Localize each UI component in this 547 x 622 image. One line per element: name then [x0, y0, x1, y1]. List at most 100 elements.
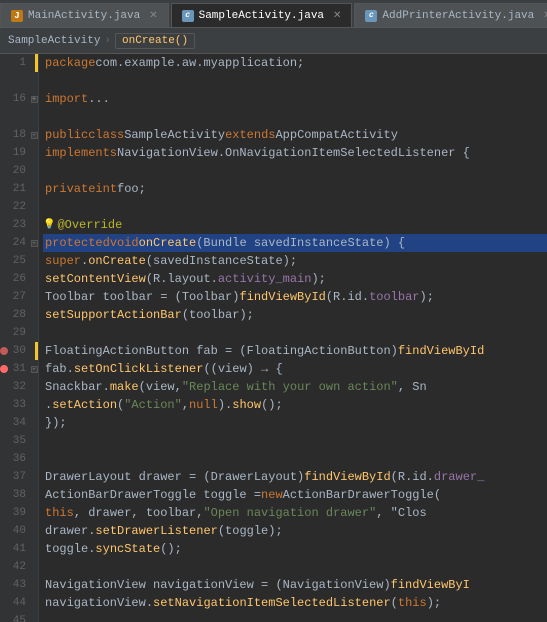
- breakpoint-area[interactable]: [0, 612, 8, 622]
- fold-icon-area[interactable]: [30, 180, 38, 198]
- fold-icon-area[interactable]: [30, 144, 38, 162]
- fold-icon-area[interactable]: [30, 396, 38, 414]
- fold-icon-area[interactable]: [30, 558, 38, 576]
- fold-icon-area[interactable]: +: [30, 90, 38, 108]
- breakpoint-area[interactable]: [0, 90, 8, 108]
- code-line: private int foo;: [43, 180, 547, 198]
- breakpoint-area[interactable]: [0, 396, 8, 414]
- fold-icon-area[interactable]: [30, 306, 38, 324]
- breakpoint-area[interactable]: [0, 126, 8, 144]
- fold-icon-area[interactable]: [30, 504, 38, 522]
- fold-icon-area[interactable]: [30, 432, 38, 450]
- tab-main-activity[interactable]: J MainActivity.java ✕: [0, 3, 169, 27]
- code-line: package com.example.aw.myapplication;: [43, 54, 547, 72]
- fold-icon-area[interactable]: [30, 216, 38, 234]
- fold-icon-area[interactable]: [30, 378, 38, 396]
- breakpoint-area[interactable]: [0, 558, 8, 576]
- code-token-plain: (toolbar);: [182, 308, 254, 322]
- fold-icon-area[interactable]: [30, 252, 38, 270]
- tab-sample-activity[interactable]: c SampleActivity.java ✕: [171, 3, 353, 27]
- breadcrumb-class[interactable]: SampleActivity: [8, 35, 100, 47]
- fold-icon-area[interactable]: [30, 522, 38, 540]
- breakpoint-area[interactable]: [0, 468, 8, 486]
- code-token-plain: fab.: [45, 362, 74, 376]
- code-line: navigationView.setNavigationItemSelected…: [43, 594, 547, 612]
- fold-icon-area[interactable]: [30, 576, 38, 594]
- code-token-method: onCreate: [88, 254, 146, 268]
- fold-icon-area[interactable]: [30, 612, 38, 622]
- fold-icon-area[interactable]: -: [30, 234, 38, 252]
- code-token-plain: Snackbar.: [45, 380, 110, 394]
- breakpoint-area[interactable]: [0, 594, 8, 612]
- breakpoint-area[interactable]: [0, 198, 8, 216]
- line-number: 34: [8, 417, 30, 429]
- fold-icon-area[interactable]: [30, 540, 38, 558]
- code-token-plain: NavigationView navigationView = (Navigat…: [45, 578, 391, 592]
- code-line: public class SampleActivity extends AppC…: [43, 126, 547, 144]
- tab-close-active-icon[interactable]: ✕: [333, 10, 341, 22]
- fold-icon-area[interactable]: [30, 450, 38, 468]
- breakpoint-area[interactable]: [0, 432, 8, 450]
- breakpoint-area[interactable]: [0, 288, 8, 306]
- breakpoint-area[interactable]: [0, 576, 8, 594]
- fold-icon-area[interactable]: -: [30, 126, 38, 144]
- breakpoint-area[interactable]: [0, 234, 8, 252]
- line-number: 18: [8, 129, 30, 141]
- lightbulb-icon[interactable]: 💡: [43, 219, 55, 231]
- line-number: 44: [8, 597, 30, 609]
- fold-icon-area[interactable]: [30, 270, 38, 288]
- fold-icon-area[interactable]: [30, 594, 38, 612]
- gutter-row: 38: [0, 486, 38, 504]
- breakpoint-area[interactable]: [0, 360, 8, 378]
- code-line: [43, 162, 547, 180]
- breakpoint-area[interactable]: [0, 324, 8, 342]
- breakpoint-area[interactable]: [0, 72, 8, 90]
- breakpoint-area[interactable]: [0, 522, 8, 540]
- tab-main-activity-label: MainActivity.java: [28, 10, 140, 22]
- tab-add-printer[interactable]: c AddPrinterActivity.java ✕: [354, 3, 547, 27]
- breakpoint-area[interactable]: [0, 378, 8, 396]
- code-line: FloatingActionButton fab = (FloatingActi…: [43, 342, 547, 360]
- gutter-row: 24-: [0, 234, 38, 252]
- code-token-kw: this: [398, 596, 427, 610]
- breakpoint-area[interactable]: [0, 450, 8, 468]
- code-line: });: [43, 414, 547, 432]
- code-token-plain: (R.id.: [391, 470, 434, 484]
- tab-close-icon[interactable]: ✕: [149, 10, 157, 22]
- fold-icon-area[interactable]: [30, 72, 38, 90]
- breakpoint-area[interactable]: [0, 108, 8, 126]
- code-token-plain: .: [81, 254, 88, 268]
- breakpoint-area[interactable]: [0, 504, 8, 522]
- breakpoint-area[interactable]: [0, 486, 8, 504]
- fold-icon-area[interactable]: [30, 324, 38, 342]
- fold-icon-area[interactable]: [30, 414, 38, 432]
- breakpoint-area[interactable]: [0, 216, 8, 234]
- breakpoint-area[interactable]: [0, 270, 8, 288]
- breakpoint-area[interactable]: [0, 144, 8, 162]
- code-token-string: "Replace with your own action": [182, 380, 398, 394]
- breadcrumb-method[interactable]: onCreate(): [115, 33, 195, 49]
- fold-icon-area[interactable]: [30, 108, 38, 126]
- fold-icon-area[interactable]: [30, 162, 38, 180]
- fold-icon-area[interactable]: [30, 198, 38, 216]
- fold-icon-area[interactable]: [30, 468, 38, 486]
- tab-close-printer-icon[interactable]: ✕: [543, 10, 547, 22]
- fold-icon-area[interactable]: [30, 288, 38, 306]
- breakpoint-area[interactable]: [0, 306, 8, 324]
- breakpoint-area[interactable]: [0, 540, 8, 558]
- code-token-method: setDrawerListener: [95, 524, 217, 538]
- fold-icon-area[interactable]: -: [30, 360, 38, 378]
- gutter-row: 34: [0, 414, 38, 432]
- breakpoint-area[interactable]: [0, 252, 8, 270]
- code-token-plain: (savedInstanceState);: [146, 254, 297, 268]
- fold-icon-area[interactable]: [30, 486, 38, 504]
- line-number-gutter: 116+18-192021222324-25262728293031-32333…: [0, 54, 39, 622]
- breakpoint-area[interactable]: [0, 342, 8, 360]
- code-content[interactable]: package com.example.aw.myapplication;imp…: [39, 54, 547, 622]
- code-line: [43, 450, 547, 468]
- code-token-null-kw: null: [189, 398, 218, 412]
- breakpoint-area[interactable]: [0, 162, 8, 180]
- breakpoint-area[interactable]: [0, 54, 8, 72]
- breakpoint-area[interactable]: [0, 180, 8, 198]
- breakpoint-area[interactable]: [0, 414, 8, 432]
